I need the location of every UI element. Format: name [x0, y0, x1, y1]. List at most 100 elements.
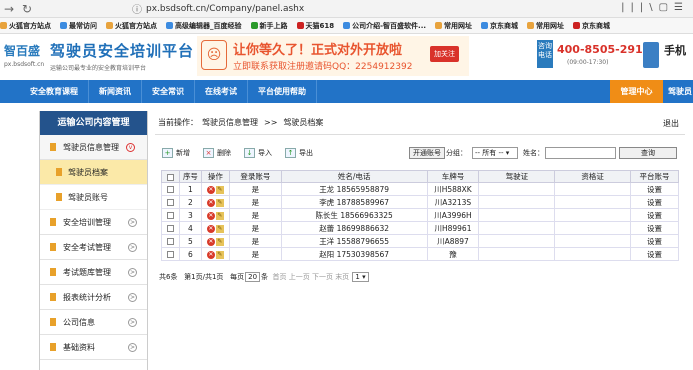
sidebar-group[interactable]: 基础资料 >	[40, 335, 147, 360]
sidebar-group[interactable]: 公司信息 >	[40, 310, 147, 335]
follow-button[interactable]: 加关注	[430, 46, 459, 62]
delete-icon[interactable]: ✕	[206, 199, 215, 207]
bookmark[interactable]: 火狐官方站点	[0, 21, 51, 31]
row-select[interactable]	[161, 234, 180, 248]
per-page-input[interactable]: 20	[245, 272, 261, 282]
row-checkbox[interactable]	[166, 199, 174, 206]
nav-item[interactable]: 安全教育课程	[0, 80, 89, 103]
cell-name-phone: 王洋 15588796655	[280, 234, 428, 248]
browser-url-bar: → ↻ ⓘ px.bsdsoft.cn/Company/panel.ashx |…	[0, 0, 693, 18]
col-header: 资格证	[554, 170, 632, 183]
delete-icon[interactable]: ✕	[206, 225, 215, 233]
chevron-right-icon[interactable]: >	[128, 317, 137, 327]
delete-icon[interactable]: ✕	[206, 186, 215, 194]
nav-management-center[interactable]: 管理中心	[610, 80, 663, 103]
sidebar-item-driver-account[interactable]: 驾驶员账号	[40, 185, 147, 210]
bookmark[interactable]: 最常访问	[60, 21, 97, 31]
browser-toolbar-icons[interactable]: |||\▢☰	[621, 2, 689, 13]
col-select[interactable]	[161, 170, 180, 183]
row-select[interactable]	[161, 182, 180, 196]
toolbar: + 新增 × 删除 ↓ 导入 ↑ 导出 开通账号 分组： -- 所有 -- ▾ 姓名： …	[155, 145, 685, 161]
bookmark[interactable]: 常用网址	[435, 21, 472, 31]
sidebar-group[interactable]: 报表统计分析 >	[40, 285, 147, 310]
edit-icon[interactable]: ✎	[215, 238, 224, 246]
forward-icon[interactable]: →	[4, 2, 18, 16]
nav-item[interactable]: 安全常识	[142, 80, 195, 103]
row-select[interactable]	[161, 195, 180, 209]
delete-icon[interactable]: ✕	[206, 238, 215, 246]
row-checkbox[interactable]	[166, 186, 174, 193]
reload-icon[interactable]: ↻	[22, 2, 36, 16]
next-page-link[interactable]: 下一页	[312, 273, 333, 281]
row-select[interactable]	[161, 221, 180, 235]
logout-link[interactable]: 退出	[663, 118, 679, 129]
open-account-button[interactable]: 开通账号	[409, 147, 445, 159]
sidebar-group[interactable]: 考试题库管理 >	[40, 260, 147, 285]
delete-button[interactable]: × 删除	[203, 148, 231, 158]
prev-page-link[interactable]: 上一页	[289, 273, 310, 281]
bookmark[interactable]: 公司介绍-智百盛软件...	[343, 21, 426, 31]
bookmark[interactable]: 京东商城	[573, 21, 610, 31]
row-checkbox[interactable]	[166, 212, 174, 219]
row-select[interactable]	[161, 247, 180, 261]
sidebar-group[interactable]: 安全考试管理 >	[40, 235, 147, 260]
sidebar-item-driver-archive[interactable]: 驾驶员档案	[40, 160, 147, 185]
delete-icon[interactable]: ✕	[206, 251, 215, 259]
col-header: 登录账号	[228, 170, 282, 183]
nav-item[interactable]: 在线考试	[195, 80, 248, 103]
cell-name-phone: 赵阳 17530398567	[280, 247, 428, 261]
bookmark[interactable]: 火狐官方站点	[106, 21, 157, 31]
group-select[interactable]: -- 所有 -- ▾	[472, 147, 518, 159]
crumb-current: 驾驶员档案	[283, 118, 324, 127]
promo-banner[interactable]: ☹ 让你等久了！正式对外开放啦 立即联系获取注册邀请码QQ：2254912392…	[197, 36, 469, 76]
export-button[interactable]: ↑ 导出	[285, 148, 313, 158]
add-button[interactable]: + 新增	[162, 148, 190, 158]
chevron-right-icon[interactable]: >	[128, 342, 137, 352]
settings-link[interactable]: 设置	[630, 247, 679, 261]
site-title: 驾驶员安全培训平台 运输公司最专业的安全教育培训平台	[50, 40, 194, 72]
sidebar-group-driver[interactable]: 驾驶员信息管理 v	[40, 135, 147, 160]
logo[interactable]: 智百盛 px.bsdsoft.cn	[4, 42, 44, 68]
row-select[interactable]	[161, 208, 180, 222]
info-icon[interactable]: ⓘ	[132, 1, 142, 16]
chevron-right-icon[interactable]: >	[128, 267, 137, 277]
chevron-right-icon[interactable]: >	[128, 242, 137, 252]
chevron-down-icon[interactable]: v	[126, 142, 135, 152]
nav-item[interactable]: 新闻资讯	[89, 80, 142, 103]
select-all-checkbox[interactable]	[166, 173, 174, 181]
row-checkbox[interactable]	[166, 251, 174, 258]
chevron-right-icon[interactable]: >	[128, 217, 137, 227]
edit-icon[interactable]: ✎	[215, 212, 224, 220]
settings-link[interactable]: 设置	[630, 221, 679, 235]
bookmark[interactable]: 高级编辑器_百度经验	[166, 21, 242, 31]
bookmark[interactable]: 天猫618	[296, 21, 334, 31]
settings-link[interactable]: 设置	[630, 208, 679, 222]
crumb-link[interactable]: 驾驶员信息管理	[202, 117, 258, 128]
import-button[interactable]: ↓ 导入	[244, 148, 272, 158]
name-search-input[interactable]	[545, 147, 616, 159]
bookmark[interactable]: 京东商城	[481, 21, 518, 31]
bookmark[interactable]: 常用网址	[527, 21, 564, 31]
delete-icon[interactable]: ✕	[206, 212, 215, 220]
nav-driver[interactable]: 驾驶员	[668, 80, 692, 103]
edit-icon[interactable]: ✎	[215, 186, 224, 194]
edit-icon[interactable]: ✎	[215, 199, 224, 207]
edit-icon[interactable]: ✎	[215, 225, 224, 233]
driver-table: 序号 操作 登录账号 姓名/电话 车牌号 驾驶证 资格证 平台账号 1 ✕ ✎ 是王龙…	[161, 170, 679, 261]
settings-link[interactable]: 设置	[630, 234, 679, 248]
first-page-link[interactable]: 首页	[272, 273, 286, 281]
sidebar-group[interactable]: 安全培训管理 >	[40, 210, 147, 235]
row-checkbox[interactable]	[166, 225, 174, 232]
row-checkbox[interactable]	[166, 238, 174, 245]
last-page-link[interactable]: 末页	[335, 273, 349, 281]
chevron-right-icon[interactable]: >	[128, 292, 137, 302]
mobile-link[interactable]: 手机	[664, 42, 686, 58]
bookmark[interactable]: 新手上路	[250, 21, 288, 31]
settings-link[interactable]: 设置	[630, 182, 679, 196]
page-jump-select[interactable]: 1 ▾	[352, 272, 369, 282]
edit-icon[interactable]: ✎	[215, 251, 224, 259]
query-button[interactable]: 查询	[619, 147, 677, 159]
url-text[interactable]: px.bsdsoft.cn/Company/panel.ashx	[146, 4, 304, 14]
settings-link[interactable]: 设置	[630, 195, 679, 209]
nav-item[interactable]: 平台使用帮助	[248, 80, 317, 103]
